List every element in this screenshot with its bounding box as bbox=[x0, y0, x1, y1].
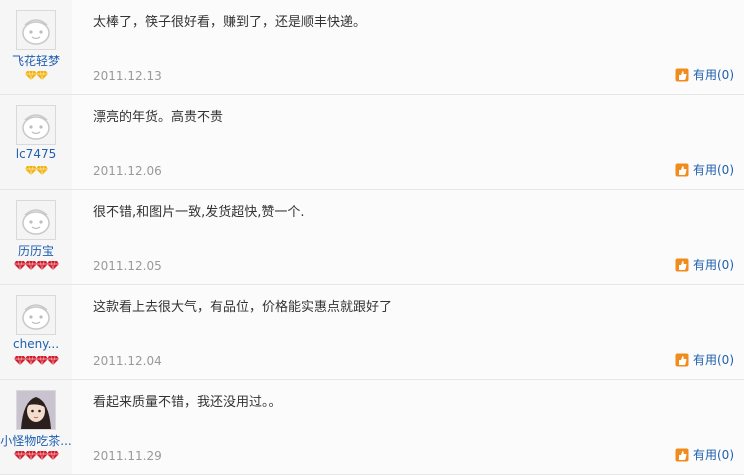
reviewer-name-link[interactable]: 小怪物吃茶... bbox=[0, 432, 72, 449]
review-date: 2011.12.05 bbox=[93, 259, 162, 273]
reviewer-name-link[interactable]: cheny... bbox=[0, 337, 72, 351]
review-date: 2011.12.04 bbox=[93, 354, 162, 368]
gold-diamond-icon bbox=[35, 70, 48, 80]
review-content: 漂亮的年货。高贵不贵 2011.12.06 有用 (0) bbox=[72, 95, 744, 189]
review-content: 太棒了，筷子很好看，赚到了，还是顺丰快递。 2011.12.13 有用 (0) bbox=[72, 0, 744, 94]
review-date: 2011.11.29 bbox=[93, 449, 162, 463]
avatar[interactable] bbox=[16, 10, 56, 50]
useful-button[interactable]: 有用 (0) bbox=[675, 446, 734, 463]
review-text: 这款看上去很大气，有品位，价格能实惠点就跟好了 bbox=[93, 300, 393, 315]
review-content: 看起来质量不错，我还没用过。。 2011.11.29 有用 (0) bbox=[72, 380, 744, 474]
reviewer-panel: lc7475 bbox=[0, 95, 72, 189]
review-text: 看起来质量不错，我还没用过。。 bbox=[93, 395, 282, 410]
useful-count: (0) bbox=[717, 447, 734, 462]
review-item: lc7475 漂亮的年货。高贵不贵 2011.12.06 有用 (0) bbox=[0, 95, 744, 190]
review-date: 2011.12.06 bbox=[93, 164, 162, 178]
user-photo-icon bbox=[17, 391, 55, 429]
useful-button[interactable]: 有用 (0) bbox=[675, 66, 734, 83]
useful-button[interactable]: 有用 (0) bbox=[675, 161, 734, 178]
thumbs-up-icon bbox=[675, 68, 689, 82]
red-diamond-icon bbox=[46, 355, 59, 365]
avatar[interactable] bbox=[16, 105, 56, 145]
user-level-badges bbox=[0, 355, 72, 367]
user-level-badges bbox=[0, 70, 72, 82]
thumbs-up-icon bbox=[675, 448, 689, 462]
review-text: 太棒了，筷子很好看，赚到了，还是顺丰快递。 bbox=[93, 15, 367, 30]
red-diamond-icon bbox=[46, 260, 59, 270]
user-level-badges bbox=[0, 165, 72, 177]
reviewer-panel: 历历宝 bbox=[0, 190, 72, 284]
gold-diamond-icon bbox=[35, 165, 48, 175]
useful-label: 有用 bbox=[692, 68, 717, 82]
useful-label: 有用 bbox=[692, 448, 717, 462]
red-diamond-icon bbox=[46, 450, 59, 460]
useful-label: 有用 bbox=[692, 353, 717, 367]
default-face-icon bbox=[17, 106, 55, 144]
useful-button[interactable]: 有用 (0) bbox=[675, 351, 734, 368]
review-date: 2011.12.13 bbox=[93, 69, 162, 83]
reviewer-name-link[interactable]: 历历宝 bbox=[0, 242, 72, 259]
review-item: cheny... 这款看上去很大气，有品位，价格能实惠点就跟好了 2011.12… bbox=[0, 285, 744, 380]
thumbs-up-icon bbox=[675, 163, 689, 177]
useful-count: (0) bbox=[717, 162, 734, 177]
useful-button[interactable]: 有用 (0) bbox=[675, 256, 734, 273]
useful-count: (0) bbox=[717, 352, 734, 367]
default-face-icon bbox=[17, 296, 55, 334]
review-content: 很不错,和图片一致,发货超快,赞一个. 2011.12.05 有用 (0) bbox=[72, 190, 744, 284]
useful-count: (0) bbox=[717, 67, 734, 82]
review-list: 飞花轻梦 太棒了，筷子很好看，赚到了，还是顺丰快递。 2011.12.13 有用… bbox=[0, 0, 744, 475]
reviewer-name-link[interactable]: lc7475 bbox=[0, 147, 72, 161]
review-text: 很不错,和图片一致,发货超快,赞一个. bbox=[93, 205, 305, 220]
default-face-icon bbox=[17, 201, 55, 239]
useful-label: 有用 bbox=[692, 258, 717, 272]
default-face-icon bbox=[17, 11, 55, 49]
reviewer-name-link[interactable]: 飞花轻梦 bbox=[0, 52, 72, 69]
review-content: 这款看上去很大气，有品位，价格能实惠点就跟好了 2011.12.04 有用 (0… bbox=[72, 285, 744, 379]
reviewer-panel: cheny... bbox=[0, 285, 72, 379]
useful-label: 有用 bbox=[692, 163, 717, 177]
avatar[interactable] bbox=[16, 390, 56, 430]
review-item: 飞花轻梦 太棒了，筷子很好看，赚到了，还是顺丰快递。 2011.12.13 有用… bbox=[0, 0, 744, 95]
useful-count: (0) bbox=[717, 257, 734, 272]
review-item: 历历宝 很不错,和图片一致,发货超快,赞一个. 2011.12.05 有用 (0… bbox=[0, 190, 744, 285]
thumbs-up-icon bbox=[675, 258, 689, 272]
avatar[interactable] bbox=[16, 200, 56, 240]
reviewer-panel: 小怪物吃茶... bbox=[0, 380, 72, 474]
user-level-badges bbox=[0, 450, 72, 462]
review-text: 漂亮的年货。高贵不贵 bbox=[93, 110, 224, 125]
thumbs-up-icon bbox=[675, 353, 689, 367]
avatar[interactable] bbox=[16, 295, 56, 335]
review-item: 小怪物吃茶... 看起来质量不错，我还没用过。。 2011.11.29 有用 (… bbox=[0, 380, 744, 475]
user-level-badges bbox=[0, 260, 72, 272]
reviewer-panel: 飞花轻梦 bbox=[0, 0, 72, 94]
